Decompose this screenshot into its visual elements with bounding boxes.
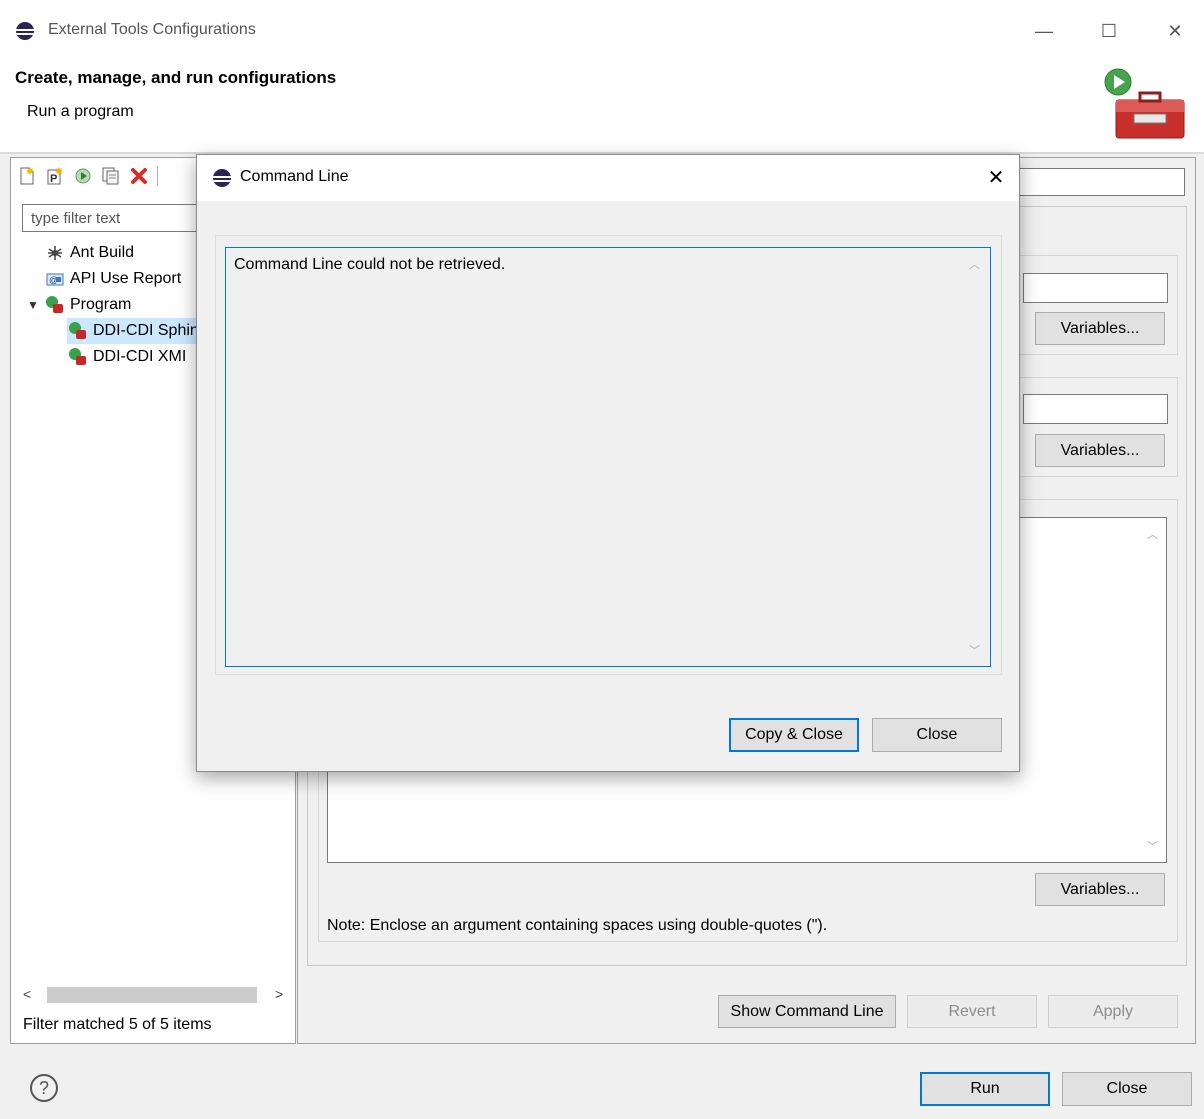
filter-placeholder: type filter text bbox=[31, 210, 121, 227]
apply-button[interactable]: Apply bbox=[1048, 995, 1178, 1028]
dialog-close-icon[interactable]: ✕ bbox=[979, 163, 1013, 193]
toolbar-separator bbox=[157, 166, 158, 186]
location-variables-button[interactable]: Variables... bbox=[1035, 312, 1165, 345]
duplicate-icon[interactable] bbox=[101, 166, 121, 186]
tree-item-label: Program bbox=[70, 296, 132, 313]
location-input[interactable] bbox=[1023, 273, 1168, 303]
working-directory-variables-button[interactable]: Variables... bbox=[1035, 434, 1165, 467]
working-directory-input[interactable] bbox=[1023, 394, 1168, 424]
tree-item-label: DDI-CDI XMI bbox=[93, 348, 187, 365]
command-line-dialog: Command Line ✕ Command Line could not be… bbox=[196, 154, 1020, 772]
eclipse-icon bbox=[213, 169, 231, 187]
revert-button[interactable]: Revert bbox=[907, 995, 1037, 1028]
run-button[interactable]: Run bbox=[920, 1072, 1050, 1106]
command-line-text[interactable]: Command Line could not be retrieved. ︿ ﹀ bbox=[225, 247, 991, 667]
dialog-title-bar: Command Line ✕ bbox=[197, 155, 1019, 201]
footer-close-button[interactable]: Close bbox=[1062, 1072, 1192, 1106]
scroll-up-icon[interactable]: ︿ bbox=[969, 256, 980, 272]
configuration-name-input[interactable] bbox=[1013, 168, 1185, 196]
ant-icon bbox=[46, 244, 64, 262]
banner-subheading: Run a program bbox=[27, 103, 134, 120]
program-config-icon bbox=[69, 348, 87, 366]
arguments-variables-button[interactable]: Variables... bbox=[1035, 873, 1165, 906]
minimize-button[interactable]: — bbox=[1021, 16, 1067, 46]
eclipse-icon bbox=[16, 22, 34, 40]
program-config-icon bbox=[69, 322, 87, 340]
window-title-bar: External Tools Configurations — ☐ ✕ bbox=[0, 0, 1204, 62]
scroll-right-icon[interactable]: > bbox=[275, 986, 283, 1002]
arguments-note: Note: Enclose an argument containing spa… bbox=[327, 917, 828, 934]
scrollbar-thumb[interactable] bbox=[47, 987, 257, 1003]
tree-item-label: Ant Build bbox=[70, 244, 135, 261]
scroll-left-icon[interactable]: < bbox=[23, 986, 31, 1002]
window-title: External Tools Configurations bbox=[48, 21, 256, 38]
maximize-button[interactable]: ☐ bbox=[1086, 16, 1132, 46]
banner: Create, manage, and run configurations R… bbox=[0, 62, 1204, 152]
delete-icon[interactable] bbox=[129, 166, 149, 186]
sidebar-horizontal-scrollbar[interactable]: < > bbox=[21, 984, 293, 1006]
filter-status: Filter matched 5 of 5 items bbox=[23, 1016, 212, 1033]
tree-item-label: API Use Report bbox=[70, 270, 182, 287]
dialog-title: Command Line bbox=[240, 168, 349, 185]
api-report-icon: @ bbox=[46, 270, 64, 288]
svg-text:P: P bbox=[50, 173, 57, 185]
export-icon[interactable] bbox=[73, 166, 93, 186]
tree-item-label: DDI-CDI Sphinx bbox=[93, 322, 207, 339]
show-command-line-button[interactable]: Show Command Line bbox=[718, 995, 896, 1028]
help-icon[interactable]: ? bbox=[30, 1074, 58, 1102]
new-prototype-icon[interactable]: P bbox=[45, 166, 65, 186]
window-close-button[interactable]: ✕ bbox=[1152, 16, 1198, 46]
scroll-down-icon[interactable]: ﹀ bbox=[1147, 838, 1158, 854]
banner-heading: Create, manage, and run configurations bbox=[15, 68, 337, 87]
scroll-up-icon[interactable]: ︿ bbox=[1147, 526, 1158, 542]
scroll-down-icon[interactable]: ﹀ bbox=[969, 642, 980, 658]
program-icon bbox=[46, 296, 64, 314]
external-tools-icon bbox=[1104, 68, 1188, 144]
copy-and-close-button[interactable]: Copy & Close bbox=[729, 718, 859, 752]
dialog-close-button[interactable]: Close bbox=[872, 718, 1002, 752]
command-line-message: Command Line could not be retrieved. bbox=[234, 256, 506, 273]
new-configuration-icon[interactable] bbox=[17, 166, 37, 186]
chevron-down-icon[interactable]: ▼ bbox=[25, 298, 41, 312]
